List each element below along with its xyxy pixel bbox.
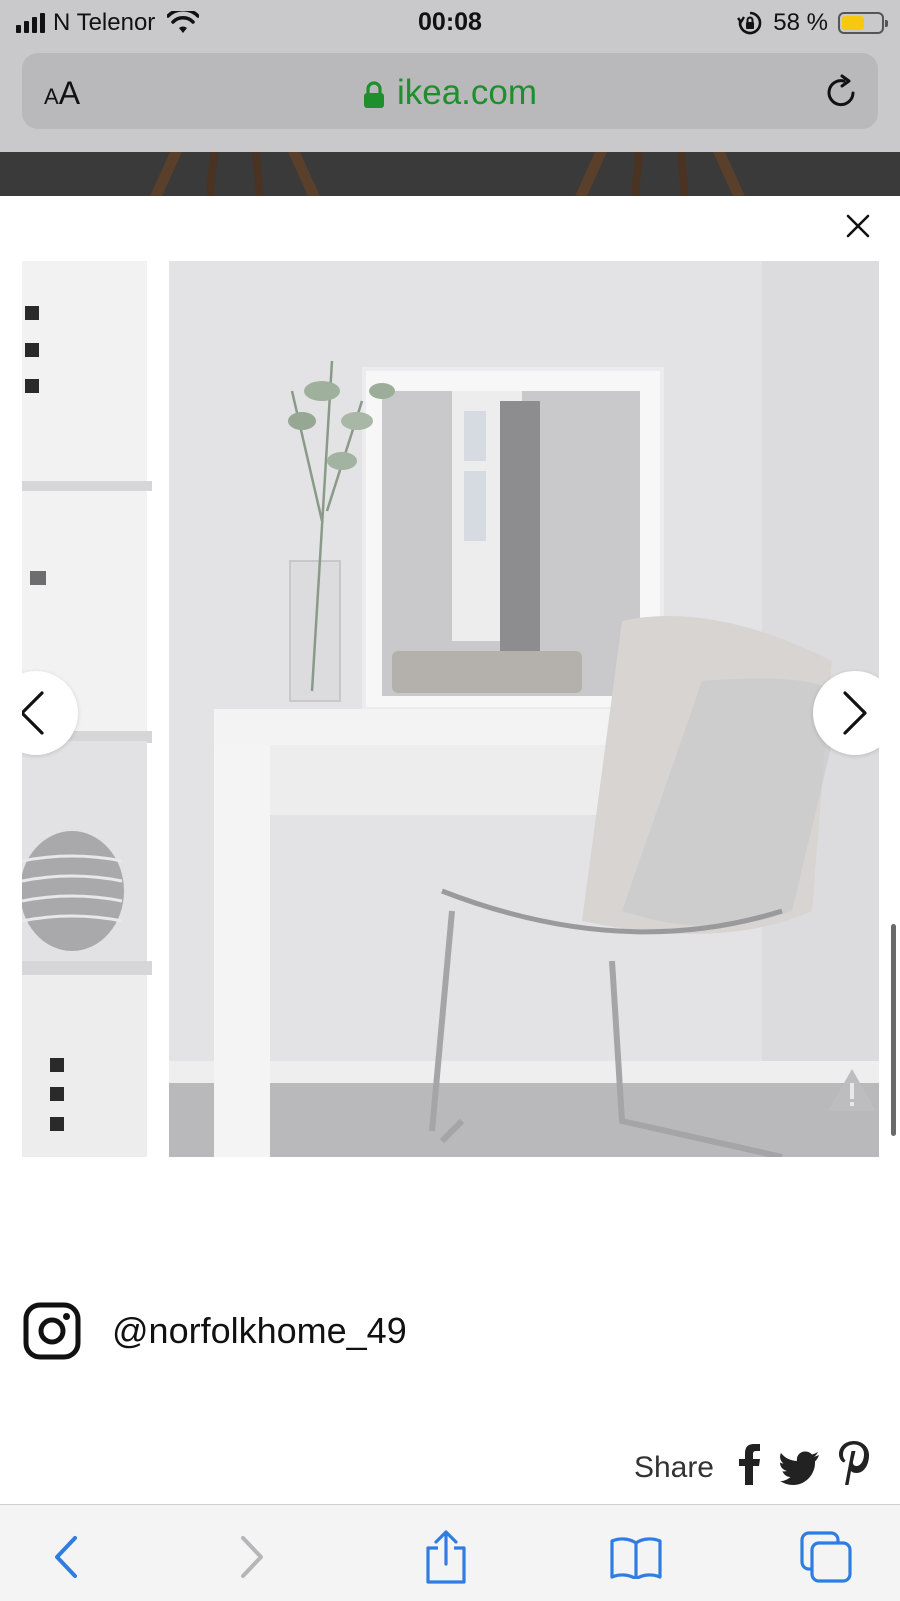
next-image-button[interactable]	[813, 671, 879, 755]
forward-icon	[241, 1536, 263, 1578]
back-button[interactable]	[38, 1529, 94, 1585]
address-bar-area: AA ikea.com	[0, 46, 900, 152]
image-modal: @norfolkhome_49 Share	[0, 196, 900, 1504]
background-page-strip	[0, 152, 900, 196]
tabs-icon	[800, 1531, 852, 1583]
stool-legs-image	[575, 152, 745, 196]
close-icon[interactable]	[838, 206, 878, 246]
back-icon	[55, 1536, 77, 1578]
facebook-icon[interactable]	[736, 1443, 762, 1485]
twitter-icon[interactable]	[780, 1451, 820, 1485]
bookmarks-icon	[610, 1537, 662, 1579]
chevron-left-icon	[22, 691, 44, 735]
chevron-right-icon	[843, 691, 867, 735]
instagram-handle[interactable]: @norfolkhome_49	[112, 1310, 407, 1352]
reload-icon[interactable]	[824, 73, 860, 111]
scroll-indicator	[891, 924, 896, 1136]
tabs-button[interactable]	[798, 1529, 854, 1585]
status-bar: N Telenor 00:08 58 %	[0, 0, 900, 46]
share-row: Share	[634, 1441, 872, 1485]
battery-fill	[842, 16, 864, 30]
room-photo-illustration	[22, 261, 879, 1157]
battery-icon	[838, 12, 888, 34]
status-right: 58 %	[737, 9, 888, 37]
room-photo	[22, 261, 879, 1157]
share-icon	[426, 1530, 466, 1584]
url-display[interactable]: ikea.com	[22, 73, 878, 113]
instagram-credit: @norfolkhome_49	[22, 1301, 407, 1361]
address-bar[interactable]: AA ikea.com	[22, 53, 878, 129]
browser-toolbar	[0, 1504, 900, 1601]
instagram-icon	[23, 1302, 81, 1360]
share-button[interactable]	[418, 1529, 474, 1585]
bookmarks-button[interactable]	[608, 1529, 664, 1585]
stool-legs-image	[150, 152, 320, 196]
forward-button[interactable]	[224, 1529, 280, 1585]
pinterest-icon[interactable]	[838, 1441, 872, 1485]
domain-text: ikea.com	[396, 73, 538, 112]
share-label: Share	[633, 1451, 714, 1484]
lock-icon	[363, 81, 384, 108]
previous-image-button[interactable]	[22, 671, 78, 755]
orientation-lock-icon	[737, 11, 762, 35]
battery-percent: 58 %	[773, 9, 828, 36]
